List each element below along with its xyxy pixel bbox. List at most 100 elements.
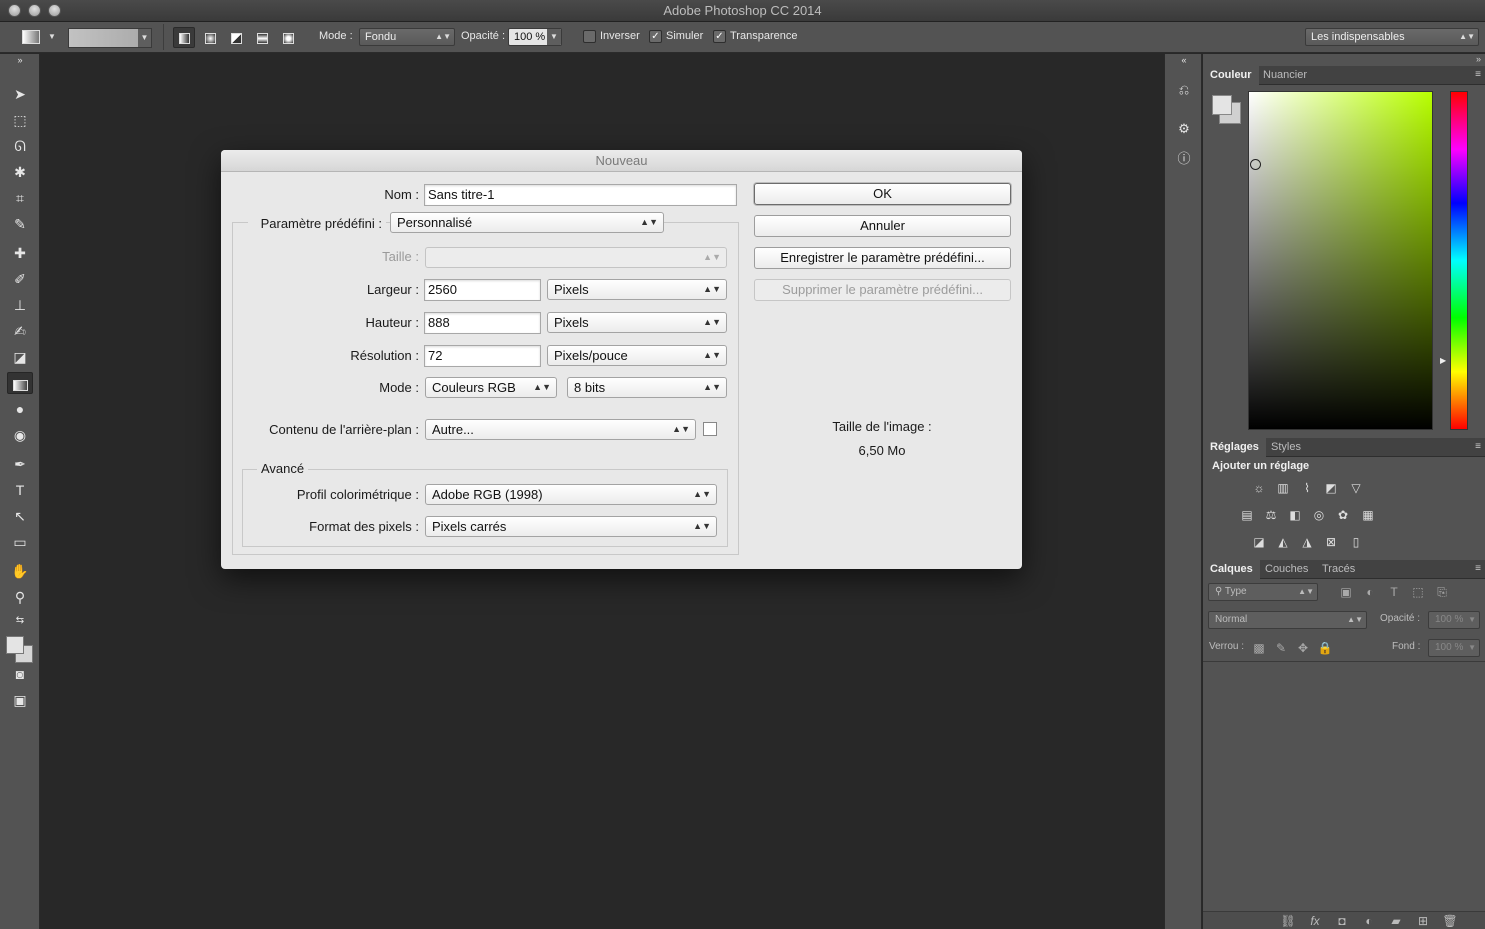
diamond-gradient-button[interactable] [277,27,299,48]
invert-checkbox[interactable] [583,30,596,43]
angle-gradient-button[interactable] [225,27,247,48]
opacity-field[interactable]: 100 % ▼ [508,28,562,46]
tab-adjustments[interactable]: Réglages [1203,438,1266,457]
fill-field[interactable]: 100 % ▼ [1428,639,1480,657]
gradient-picker-arrow-icon[interactable]: ▼ [138,29,151,47]
color-field[interactable] [1248,91,1433,430]
threshold-icon[interactable]: ◮ [1298,534,1316,550]
dither-checkbox[interactable]: ✓ [649,30,662,43]
move-tool-icon[interactable]: ➤ [7,83,33,105]
swap-colors-icon[interactable]: ⇆ [7,610,33,632]
healing-brush-tool-icon[interactable]: ✚ [7,242,33,264]
lock-transparent-icon[interactable]: ▩ [1250,640,1268,656]
curves-icon[interactable]: ⌇ [1298,480,1316,496]
photo-filter-icon[interactable]: ◎ [1310,507,1328,523]
preset-select[interactable]: Personnalisé ▲▼ [390,212,664,233]
eyedropper-tool-icon[interactable]: ✎ [7,213,33,235]
magic-wand-tool-icon[interactable]: ✱ [7,161,33,183]
invert-icon[interactable]: ◪ [1250,534,1268,550]
lasso-tool-icon[interactable]: ᘏ [7,135,33,157]
color-mode-select[interactable]: Couleurs RGB ▲▼ [425,377,557,398]
height-input[interactable]: 888 [424,312,541,334]
reflected-gradient-button[interactable] [251,27,273,48]
add-mask-icon[interactable]: ◘ [1333,913,1351,929]
tab-swatches[interactable]: Nuancier [1256,66,1314,85]
hue-slider-handle-icon[interactable]: ▶ [1440,356,1446,365]
lock-position-icon[interactable]: ✥ [1294,640,1312,656]
posterize-icon[interactable]: ◭ [1274,534,1292,550]
link-layers-icon[interactable]: ⛓ [1279,913,1297,929]
zoom-window-button[interactable] [48,4,61,17]
tab-channels[interactable]: Couches [1258,560,1315,579]
marquee-tool-icon[interactable]: ⬚ [7,109,33,131]
layer-opacity-field[interactable]: 100 % ▼ [1428,611,1480,629]
color-lookup-icon[interactable]: ▦ [1359,507,1377,523]
blur-tool-icon[interactable]: ● [7,398,33,420]
properties-panel-icon[interactable]: ⚙ [1173,118,1195,140]
crop-tool-icon[interactable]: ⌗ [7,187,33,209]
width-unit-select[interactable]: Pixels ▲▼ [547,279,727,300]
clone-stamp-tool-icon[interactable]: ⊥ [7,294,33,316]
tab-paths[interactable]: Tracés [1315,560,1362,579]
fx-icon[interactable]: fx [1306,913,1324,929]
vibrance-icon[interactable]: ▽ [1347,480,1365,496]
tab-layers[interactable]: Calques [1203,560,1260,579]
hand-tool-icon[interactable]: ✋ [7,560,33,582]
brightness-contrast-icon[interactable]: ☼ [1250,480,1268,496]
workspace-select[interactable]: Les indispensables ▲▼ [1305,28,1479,46]
quick-mask-icon[interactable]: ◙ [7,663,33,685]
panel-menu-icon[interactable]: ≡ [1475,441,1481,452]
brush-tool-icon[interactable]: ✐ [7,268,33,290]
chevron-down-icon[interactable]: ▼ [1468,640,1476,656]
minimize-window-button[interactable] [28,4,41,17]
filter-pixel-icon[interactable]: ▣ [1337,584,1355,600]
tab-styles[interactable]: Styles [1264,438,1308,457]
resolution-unit-select[interactable]: Pixels/pouce ▲▼ [547,345,727,366]
radial-gradient-button[interactable] [199,27,221,48]
blend-mode-select[interactable]: Normal ▲▼ [1208,611,1367,629]
screen-mode-icon[interactable]: ▣ [7,689,33,711]
color-profile-select[interactable]: Adobe RGB (1998) ▲▼ [425,484,717,505]
mode-select[interactable]: Fondu ▲▼ [359,28,455,46]
gradient-preview[interactable]: ▼ [68,28,152,48]
gradient-tool-preset-icon[interactable] [22,30,40,44]
path-selection-tool-icon[interactable]: ↖ [7,505,33,527]
ok-button[interactable]: OK [754,183,1011,205]
lock-image-icon[interactable]: ✎ [1272,640,1290,656]
info-panel-icon[interactable]: ⓘ [1173,148,1195,170]
color-picker-marker[interactable] [1250,159,1261,170]
filter-smart-object-icon[interactable]: ⎘ [1433,584,1451,600]
type-tool-icon[interactable]: T [7,479,33,501]
panel-menu-icon[interactable]: ≡ [1475,69,1481,80]
rectangle-tool-icon[interactable]: ▭ [7,531,33,553]
background-contents-select[interactable]: Autre... ▲▼ [425,419,696,440]
new-adjustment-layer-icon[interactable]: ◐ [1360,913,1378,929]
transparency-checkbox[interactable]: ✓ [713,30,726,43]
background-color-swatch[interactable] [703,422,717,436]
gradient-map-icon[interactable]: ▯ [1347,534,1365,550]
collapse-panels-icon[interactable]: » [1476,54,1481,64]
dodge-tool-icon[interactable]: ◉ [7,424,33,446]
selective-color-icon[interactable]: ⊠ [1322,534,1340,550]
black-white-icon[interactable]: ◧ [1286,507,1304,523]
height-unit-select[interactable]: Pixels ▲▼ [547,312,727,333]
pen-tool-icon[interactable]: ✒ [7,453,33,475]
new-layer-icon[interactable]: ⊞ [1414,913,1432,929]
zoom-tool-icon[interactable]: ⚲ [7,586,33,608]
history-panel-icon[interactable]: ⎌ [1173,79,1195,101]
name-input[interactable]: Sans titre-1 [424,184,737,206]
hue-saturation-icon[interactable]: ▤ [1238,507,1256,523]
chevron-down-icon[interactable]: ▼ [1468,612,1476,628]
lock-all-icon[interactable]: 🔒 [1316,640,1334,656]
pixel-aspect-select[interactable]: Pixels carrés ▲▼ [425,516,717,537]
levels-icon[interactable]: ▥ [1274,480,1292,496]
layer-filter-select[interactable]: ⚲ Type ▲▼ [1208,583,1318,601]
layers-list[interactable] [1203,661,1485,911]
chevron-down-icon[interactable]: ▼ [547,29,561,45]
cancel-button[interactable]: Annuler [754,215,1011,237]
resolution-input[interactable]: 72 [424,345,541,367]
collapse-dock-icon[interactable]: « [1173,54,1195,66]
save-preset-button[interactable]: Enregistrer le paramètre prédéfini... [754,247,1011,269]
collapse-toolbar-icon[interactable]: » [7,54,33,66]
tab-color[interactable]: Couleur [1203,66,1259,85]
